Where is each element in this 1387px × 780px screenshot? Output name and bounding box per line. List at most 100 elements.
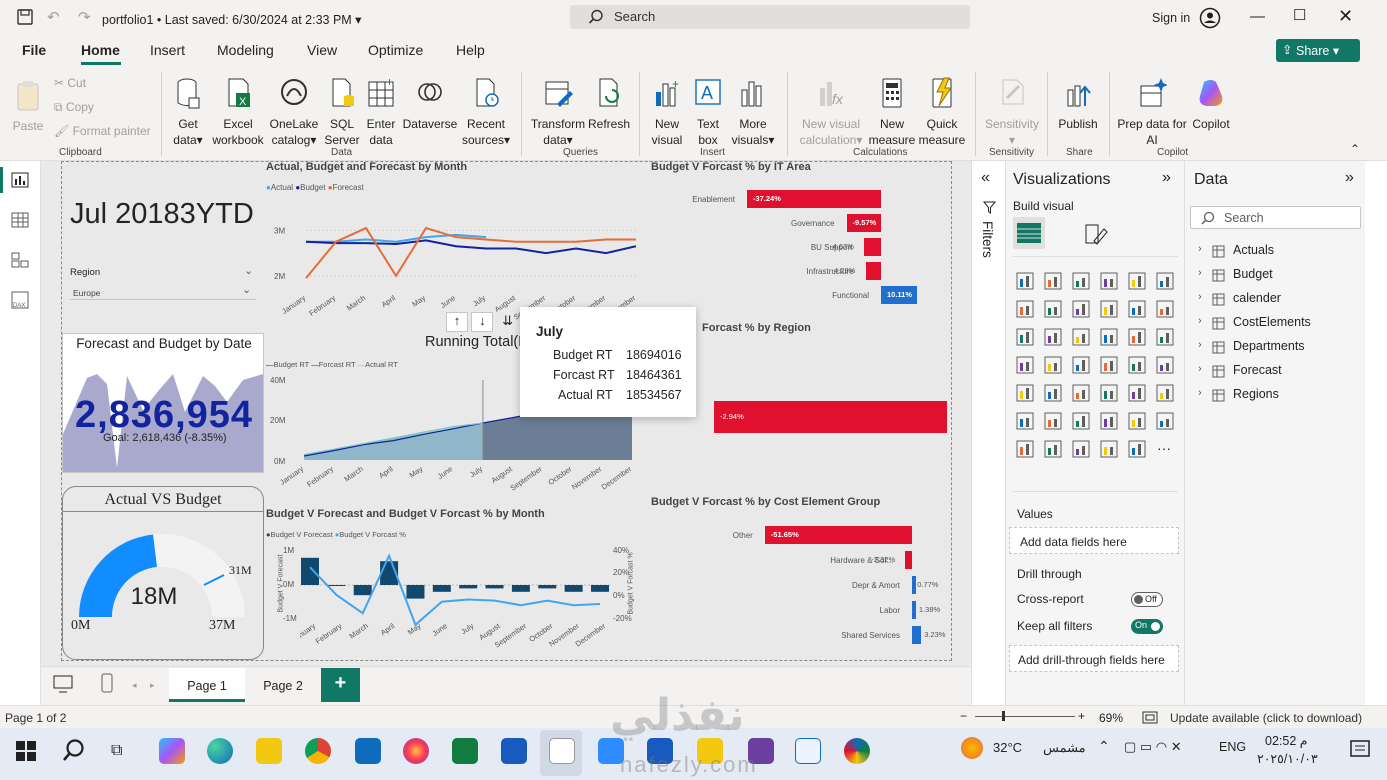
excel-workbook-button[interactable]: X Excel workbook	[210, 76, 266, 148]
file-explorer-icon[interactable]	[256, 738, 282, 764]
firefox-icon[interactable]	[403, 738, 429, 764]
combo-bar[interactable]	[301, 557, 319, 585]
weather-temp[interactable]: 32°C	[993, 740, 1022, 755]
table-view-icon[interactable]	[11, 212, 29, 228]
combo-bar[interactable]	[353, 585, 372, 596]
build-visual-tab[interactable]	[1013, 217, 1045, 249]
maximize-button[interactable]: ☐	[1293, 6, 1306, 24]
mobile-layout-icon[interactable]	[100, 673, 114, 693]
clustered-column-icon[interactable]	[1099, 271, 1119, 291]
chevron-right-icon[interactable]: ›	[1198, 339, 1202, 351]
azure-map-icon[interactable]	[1071, 355, 1091, 375]
clock-date[interactable]: ٢٠٢٥/١٠/٠٣	[1257, 751, 1318, 766]
table-item[interactable]: › CostElements	[1198, 314, 1358, 334]
new-visual-calc-button[interactable]: fx New visual calculation▾	[795, 76, 867, 148]
dataverse-button[interactable]: Dataverse	[401, 76, 459, 132]
new-card-icon[interactable]	[1071, 439, 1091, 459]
save-icon[interactable]	[17, 9, 33, 25]
qa-icon[interactable]	[1071, 411, 1091, 431]
enter-data-button[interactable]: + Enter data	[363, 75, 399, 148]
tab-modeling[interactable]: Modeling	[217, 42, 274, 58]
get-data-button[interactable]: Get data▾	[168, 76, 208, 148]
add-page-button[interactable]: +	[321, 668, 360, 702]
smart-narrative-icon[interactable]	[1099, 411, 1119, 431]
paste-button[interactable]: Paste	[10, 78, 46, 134]
slicer-icon[interactable]	[1043, 383, 1063, 403]
edge-icon[interactable]	[207, 738, 233, 764]
notepad-icon[interactable]	[549, 738, 575, 764]
line-clustered-icon[interactable]	[1043, 327, 1063, 347]
tray-icons[interactable]: ▢ ▭ ◠ ✕	[1124, 739, 1182, 755]
filters-pane-collapsed[interactable]: « Filters	[971, 161, 1006, 711]
kpi-icon[interactable]	[1015, 383, 1035, 403]
new-visual-button[interactable]: + New visual	[648, 76, 686, 148]
file-title-area[interactable]: portfolio1 • Last saved: 6/30/2024 at 2:…	[102, 12, 361, 27]
line-chart[interactable]: 3M 2M January February March April May June July…	[266, 195, 644, 325]
bar[interactable]	[912, 626, 922, 644]
chevron-right-icon[interactable]: ›	[1198, 387, 1202, 399]
next-page-icon[interactable]: ▸	[150, 680, 155, 691]
chevron-right-icon[interactable]: ›	[1198, 291, 1202, 303]
redo-icon[interactable]: ↷	[78, 8, 91, 26]
table-item[interactable]: › calender	[1198, 290, 1358, 310]
map-icon[interactable]	[1015, 355, 1035, 375]
stacked-bar-icon[interactable]	[1015, 271, 1035, 291]
report-view-icon[interactable]	[11, 172, 29, 188]
expand-filters-icon[interactable]: «	[981, 169, 990, 187]
python-visual-icon[interactable]	[1155, 383, 1175, 403]
collapse-data-pane-icon[interactable]: »	[1345, 169, 1354, 187]
refresh-button[interactable]: Refresh	[588, 76, 630, 132]
zoom-slider-thumb[interactable]	[1002, 711, 1005, 721]
fit-to-page-icon[interactable]	[1142, 711, 1158, 724]
bar[interactable]	[905, 551, 912, 569]
sensitivity-button[interactable]: Sensitivity ▾	[982, 76, 1042, 148]
zoom-in-icon[interactable]: +	[1078, 709, 1085, 723]
update-notice[interactable]: Update available (click to download)	[1170, 711, 1362, 725]
recent-sources-button[interactable]: Recent sources▾	[460, 76, 512, 148]
shape-icon[interactable]	[1127, 439, 1147, 459]
outlook-icon[interactable]	[355, 738, 381, 764]
combo-bar[interactable]	[459, 585, 478, 589]
ribbon-chart-icon[interactable]	[1099, 299, 1119, 319]
onelake-button[interactable]: OneLake catalog▾	[266, 76, 322, 148]
format-painter-button[interactable]: 🖌 Format painter	[54, 123, 151, 139]
search-box[interactable]: Search	[570, 5, 970, 29]
close-button[interactable]: ✕	[1338, 6, 1353, 27]
excel-app-icon[interactable]	[452, 738, 478, 764]
bar[interactable]	[865, 262, 881, 280]
combo-bar[interactable]	[432, 585, 451, 592]
undo-icon[interactable]: ↶	[47, 8, 60, 26]
table-item[interactable]: › Budget	[1198, 266, 1358, 286]
tab-view[interactable]: View	[307, 42, 337, 58]
text-box-button[interactable]: A Text box	[690, 76, 726, 148]
chevron-up-icon[interactable]: ⌃	[1098, 738, 1110, 755]
chevron-right-icon[interactable]: ›	[1198, 363, 1202, 375]
table-item[interactable]: › Regions	[1198, 386, 1358, 406]
bar[interactable]: 10.11%	[881, 286, 918, 304]
clustered-bar-icon[interactable]	[1071, 271, 1091, 291]
stacked-column-icon[interactable]	[1043, 271, 1063, 291]
line-column-icon[interactable]	[1015, 327, 1035, 347]
donut-icon[interactable]	[1127, 327, 1147, 347]
desktop-layout-icon[interactable]	[53, 675, 73, 693]
power-apps-icon[interactable]	[1015, 439, 1035, 459]
more-icon[interactable]: ···	[1155, 439, 1175, 459]
copy-button[interactable]: ⧉ Copy	[54, 99, 94, 115]
combo-bar[interactable]	[591, 585, 609, 592]
snow-app-icon[interactable]	[795, 738, 821, 764]
line-chart-icon[interactable]	[1015, 299, 1035, 319]
funnel-icon[interactable]	[1155, 299, 1175, 319]
menu-file[interactable]: File	[22, 42, 46, 58]
bar[interactable]	[864, 238, 881, 256]
cost-element-chart[interactable]: Other -51.65% -2.32% Hardware & Sof... 0.77%…	[651, 526, 947, 650]
combo-bar[interactable]	[327, 585, 346, 586]
chevron-right-icon[interactable]: ›	[1198, 315, 1202, 327]
new-measure-button[interactable]: New measure	[868, 76, 916, 148]
tab-page-2[interactable]: Page 2	[248, 668, 318, 702]
zoom-out-icon[interactable]: −	[960, 709, 967, 723]
card-icon[interactable]	[1127, 355, 1147, 375]
table-item[interactable]: › Forecast	[1198, 362, 1358, 382]
keep-filters-toggle[interactable]: On	[1131, 619, 1163, 634]
bar[interactable]: -37.24%	[746, 190, 881, 208]
bar[interactable]: -51.65%	[764, 526, 912, 544]
